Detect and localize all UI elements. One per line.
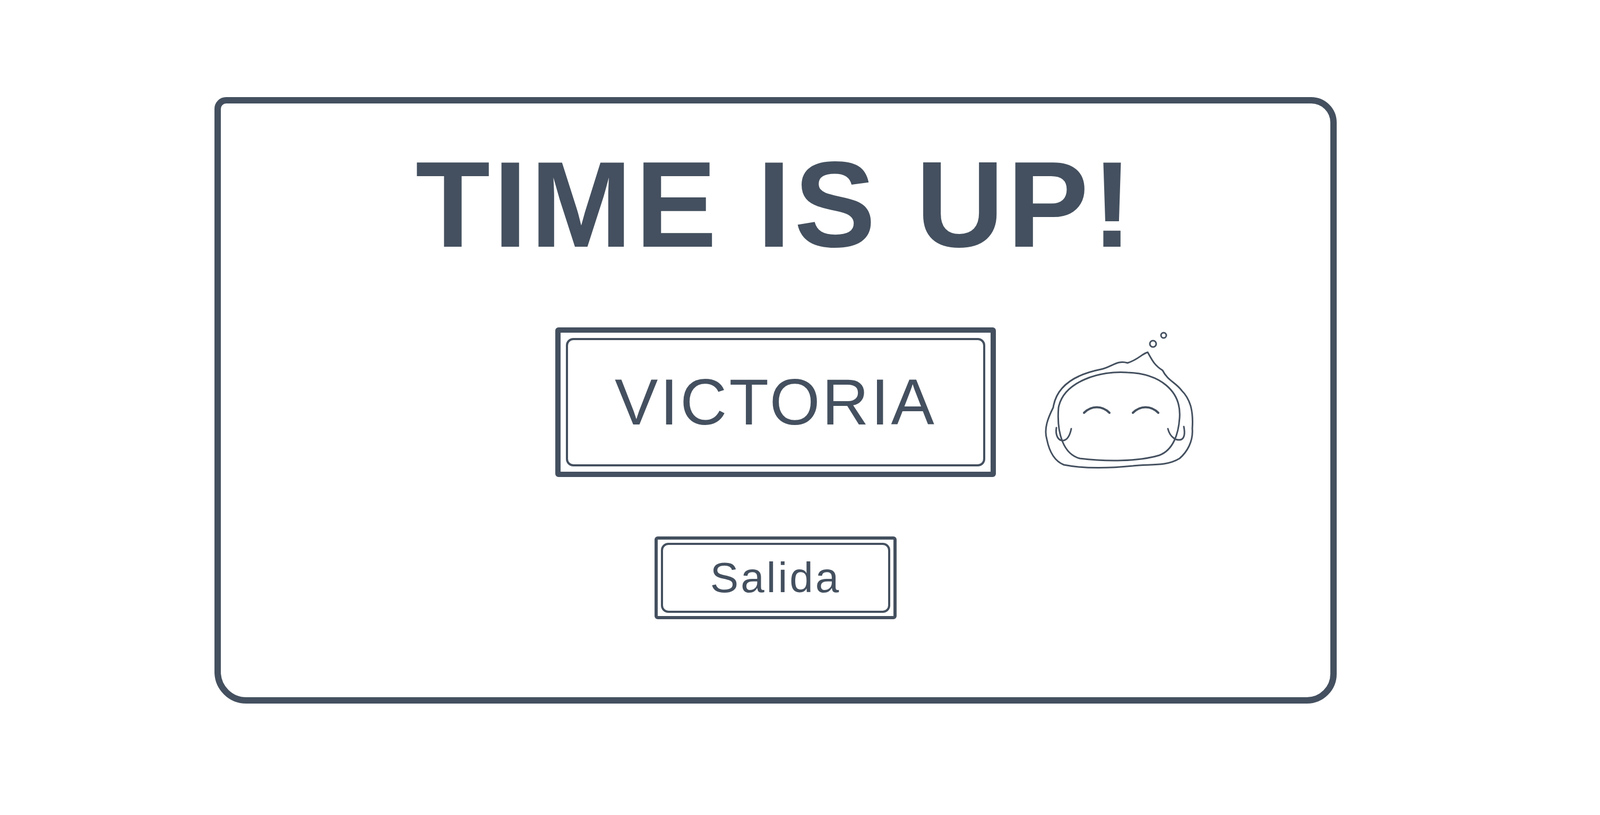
exit-button-label: Salida: [710, 553, 841, 603]
player-name: VICTORIA: [614, 365, 937, 440]
player-name-inner: VICTORIA: [565, 338, 986, 467]
player-name-box: VICTORIA: [555, 327, 996, 478]
blob-character: [1042, 328, 1197, 477]
result-row: VICTORIA: [220, 327, 1331, 478]
sleepy-blob-icon: [1042, 328, 1197, 477]
exit-button[interactable]: Salida: [654, 536, 897, 620]
button-row: Salida: [654, 536, 897, 620]
dialog-frame: TIME IS UP! VICTORIA Salida: [214, 97, 1337, 704]
game-screen: TIME IS UP! VICTORIA Salida: [0, 0, 1600, 815]
title: TIME IS UP!: [415, 140, 1137, 270]
exit-button-inner: Salida: [660, 543, 891, 614]
